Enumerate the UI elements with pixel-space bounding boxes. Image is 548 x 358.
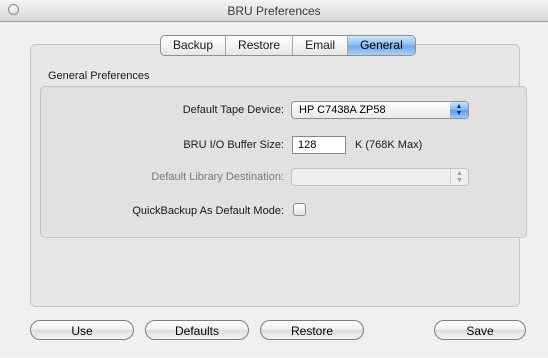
quickbackup-checkbox[interactable] [293, 203, 306, 216]
library-destination-label: Default Library Destination: [151, 171, 284, 183]
use-button[interactable]: Use [30, 320, 134, 340]
restore-button[interactable]: Restore [260, 320, 364, 340]
tab-general[interactable]: General [348, 36, 415, 55]
library-destination-popup[interactable]: ▲ ▼ [291, 168, 469, 186]
title-bar[interactable]: BRU Preferences [0, 0, 548, 22]
preferences-window: BRU Preferences Backup Restore Email Gen… [0, 0, 548, 358]
save-button[interactable]: Save [434, 320, 526, 340]
default-tape-device-label: Default Tape Device: [182, 104, 284, 116]
up-down-arrows-icon: ▲ ▼ [450, 102, 468, 118]
buffer-size-label: BRU I/O Buffer Size: [183, 139, 284, 151]
default-tape-device-popup[interactable]: HP C7438A ZP58 ▲ ▼ [291, 101, 469, 119]
tab-bar: Backup Restore Email General [160, 35, 416, 56]
defaults-button[interactable]: Defaults [145, 320, 249, 340]
default-tape-device-value: HP C7438A ZP58 [299, 104, 386, 116]
quickbackup-label: QuickBackup As Default Mode: [132, 205, 284, 217]
tab-email[interactable]: Email [293, 36, 349, 55]
group-title: General Preferences [48, 70, 150, 82]
up-down-arrows-icon: ▲ ▼ [450, 169, 468, 185]
window-title: BRU Preferences [227, 4, 321, 18]
tab-restore[interactable]: Restore [226, 36, 294, 55]
tab-backup[interactable]: Backup [161, 36, 227, 55]
buffer-size-suffix: K (768K Max) [355, 139, 423, 151]
buffer-size-field[interactable] [292, 136, 346, 154]
